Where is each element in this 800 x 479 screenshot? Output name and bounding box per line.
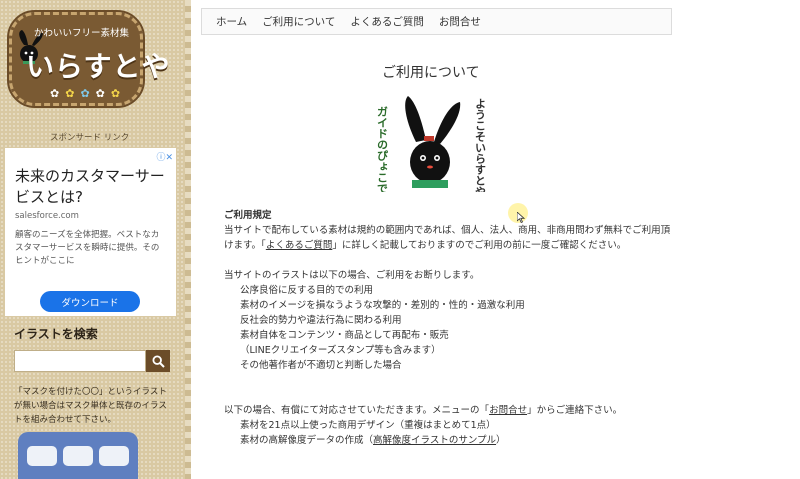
sidebar: かわいいフリー素材集 いらすとや ✿ ✿ ✿ ✿ ✿ スポンサード リンク ⓘ✕ 未来の… [0,0,185,479]
ad-info-close-icon[interactable]: ⓘ✕ [156,150,173,163]
flower-icon: ✿ [65,87,75,100]
sponsored-label: スポンサード リンク [50,133,130,143]
logo-title: いらすとや [26,50,171,83]
paid-intro: 以下の場合、有償にて対応させていただきます。メニューの「お問合せ」からご連絡下さ… [224,403,674,418]
search-button[interactable] [146,350,170,372]
mask-icon [27,445,57,466]
logo-flowers: ✿ ✿ ✿ ✿ ✿ [50,87,126,100]
paid-item-text: 素材の高解像度データの作成（ [240,435,374,446]
refuse-list: 公序良俗に反する目的での利用 素材のイメージを損なうような攻撃的・差別的・性的・… [224,283,674,373]
logo-subtitle: かわいいフリー素材集 [34,28,130,39]
search-icon [151,354,165,368]
flower-icon: ✿ [95,87,105,100]
mask-icon [99,445,129,466]
list-item: その他著作者が不適切と判断した場合 [240,360,402,371]
list-item: 公序良俗に反する目的での利用 [240,285,374,296]
mask-banner[interactable] [18,432,138,479]
rules-intro: 当サイトで配布している素材は規約の範囲内であれば、個人、法人、商用、非商用問わず… [224,223,674,253]
mouse-cursor-icon [517,212,525,223]
nav-contact[interactable]: お問合せ [439,14,481,29]
contact-link[interactable]: お問合せ [489,405,527,416]
refuse-intro: 当サイトのイラストは以下の場合、ご利用をお断りします。 [224,270,480,281]
list-item: （LINEクリエイターズスタンプ等も含みます） [240,345,441,356]
nav-faq[interactable]: よくあるご質問 [350,14,424,29]
ad-domain: salesforce.com [15,211,79,221]
list-item: 反社会的勢力や違法行為に関わる利用 [240,315,402,326]
search-input[interactable] [14,350,146,372]
mask-note: 「マスクを付けた〇〇」というイラストが無い場合はマスク単体と既存のイラストを組み… [14,387,167,425]
search-title: イラストを検索 [14,327,98,341]
paid-list: 素材を21点以上使った商用デザイン（重複はまとめて1点） 素材の高解像度データの… [224,418,674,448]
paid-intro-text: 以下の場合、有償にて対応させていただきます。メニューの「 [224,405,490,416]
hires-sample-link[interactable]: 高解像度イラストのサンプル [373,435,496,446]
usage-rules: ご利用規定 当サイトで配布している素材は規約の範囲内であれば、個人、法人、商用、… [224,208,674,448]
list-item: 素材の高解像度データの作成（高解像度イラストのサンプル） [240,433,674,448]
list-item: 素材を21点以上使った商用デザイン（重複はまとめて1点） [240,420,496,431]
list-item: 素材のイメージを損なうような攻撃的・差別的・性的・過激な利用 [240,300,525,311]
ad-title[interactable]: 未来のカスタマーサービスとは? [15,166,170,208]
paid-item-text-end: ） [496,435,506,446]
nav-home[interactable]: ホーム [216,14,247,29]
nav-usage[interactable]: ご利用について [262,14,335,29]
rules-heading: ご利用規定 [224,210,272,221]
ad-banner[interactable]: ⓘ✕ 未来のカスタマーサービスとは? salesforce.com 顧客のニーズ… [5,148,176,316]
faq-link[interactable]: よくあるご質問 [266,240,333,251]
ad-body: 顧客のニーズを全体把握。ベストなカスタマーサービスを瞬時に提供。そのヒントがここ… [15,230,160,266]
paid-intro-text-end: 」からご連絡下さい。 [527,405,623,416]
rules-intro-text-end: 」に詳しく記載しておりますのでご利用の前に一度ご確認ください。 [332,240,627,251]
top-nav: ホーム ご利用について よくあるご質問 お問合せ [201,8,672,35]
sidebar-edge [185,0,191,479]
flower-icon: ✿ [80,87,90,100]
guide-rabbit-illustration: ガイドのぴょこです ようこそいらすとやへ [376,96,487,192]
mask-icon [63,445,93,466]
flower-icon: ✿ [110,87,121,100]
illustration-text-left: ガイドのぴょこです [376,106,389,192]
ad-download-button[interactable]: ダウンロード [40,291,140,312]
illustration-text-right: ようこそいらすとやへ [474,98,487,192]
flower-icon: ✿ [50,87,60,100]
list-item: 素材自体をコンテンツ・商品として再配布・販売 [240,330,449,341]
site-logo[interactable]: かわいいフリー素材集 いらすとや ✿ ✿ ✿ ✿ ✿ [7,10,169,108]
page-title: ご利用について [382,65,480,81]
